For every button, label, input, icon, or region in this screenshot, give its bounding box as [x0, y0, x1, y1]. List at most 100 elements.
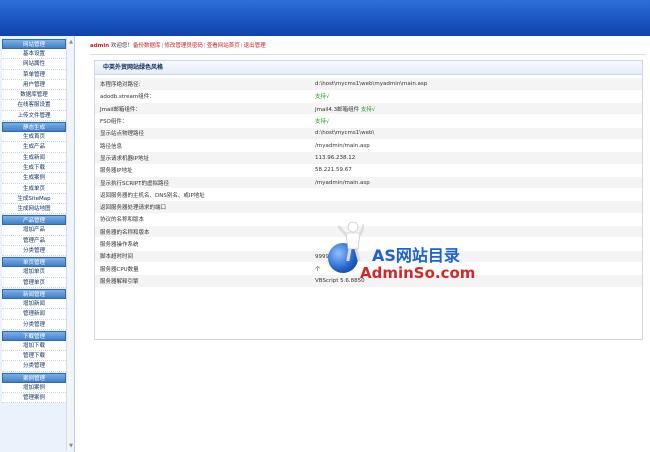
sidebar-group-header[interactable]: 新闻管理 [2, 288, 66, 299]
row-label: 服务器的名称和版本 [95, 225, 311, 239]
watermark-logo: AS网站目录 AdminSo.com [324, 221, 484, 283]
table-row: 显示请求机器IP地址 113.96.238.12 [95, 151, 642, 165]
table-row: 返回服务器的主机名、DNS别名、或IP地址 [95, 188, 642, 202]
row-value-text: 58.221.59.67 [315, 167, 352, 174]
sidebar-group-header[interactable]: 单页管理 [2, 257, 66, 268]
sidebar-group-header[interactable]: 静态生成 [2, 122, 66, 133]
sidebar-menu-item[interactable]: 分类管理 [2, 361, 66, 372]
table-row: FSO组件： 支持√ [95, 114, 642, 128]
row-label: 显示执行SCRIPT的虚拟路径 [95, 176, 311, 190]
main-content: admin 欢迎您！备份数据库|修改管理员密码|查看网站首页|退出管理 中英外贸… [76, 36, 650, 452]
row-label: 协议的名称和版本 [95, 213, 311, 227]
sidebar-menu-item[interactable]: 生成新闻 [2, 152, 66, 163]
table-row: 返回服务器处理请求的端口 [95, 200, 642, 214]
welcome-text: 欢迎您！ [109, 43, 133, 49]
sidebar-menu-item[interactable]: 生成网站地图 [2, 204, 66, 215]
scroll-down-arrow-icon[interactable]: ▼ [67, 442, 74, 450]
row-value-text: 113.96.238.12 [315, 154, 356, 161]
sidebar-menu-item[interactable]: 生成首页 [2, 132, 66, 143]
support-status: 支持√ [359, 106, 376, 113]
sidebar-menu-item[interactable]: 基本设置 [2, 49, 66, 60]
admin-username: admin [90, 43, 110, 49]
scroll-up-arrow-icon[interactable]: ▲ [67, 38, 74, 46]
sidebar-menu: 网站管理 基本设置 网站属性 菜单管理 用户管理 数据库管理 在线客服设置 上传文件管理 静态生… [2, 38, 66, 404]
row-label: 服务器CPU数量 [95, 262, 311, 276]
row-label: 显示请求机器IP地址 [95, 151, 311, 165]
sidebar-menu-item[interactable]: 增加案例 [2, 382, 66, 394]
sidebar-menu-item[interactable]: 增加产品 [2, 225, 66, 236]
sidebar-menu-item[interactable]: 上传文件管理 [2, 110, 66, 122]
row-value: 113.96.238.12 [311, 151, 642, 165]
row-value: 支持√ [311, 90, 642, 104]
row-value-text: d:\host\mycms1\web\ [315, 130, 375, 137]
sidebar-menu-item[interactable]: 管理产品 [2, 235, 66, 247]
sidebar-scrollbar[interactable]: ▲ ▼ [66, 38, 74, 450]
row-value [311, 188, 642, 202]
row-value: 支持√ [311, 114, 642, 128]
table-row: 服务器IP地址 58.221.59.67 [95, 164, 642, 177]
sidebar-menu-item[interactable]: 生成产品 [2, 142, 66, 153]
table-row: 路径信息/myadmin/main.asp [95, 139, 642, 153]
sidebar-menu-item[interactable]: 生成单页 [2, 183, 66, 194]
sidebar-menu-item[interactable]: 增加下载 [2, 340, 66, 352]
row-label: 返回服务器的主机名、DNS别名、或IP地址 [95, 188, 311, 202]
table-row: 显示站点物理路径 d:\host\mycms1\web\ [95, 127, 642, 140]
sidebar-menu-item[interactable]: 在线客服设置 [2, 100, 66, 111]
row-label: 脚本超时时间 [95, 250, 311, 263]
sidebar-menu-item[interactable]: 分类管理 [2, 246, 66, 257]
row-label: 返回服务器处理请求的端口 [95, 200, 311, 214]
nav-separator: | [203, 43, 206, 49]
row-label: 显示站点物理路径 [95, 127, 311, 140]
server-info-panel: 中英外贸网站绿色风格 本程序绝对路径: d:\host\mycms1\web\my… [94, 60, 643, 340]
row-label: Jmail邮箱组件： [95, 102, 311, 116]
divider [90, 54, 646, 55]
row-value: d:\host\mycms1\web\ [311, 127, 642, 140]
sidebar-menu-item[interactable]: 菜单管理 [2, 69, 66, 80]
row-value-text: 支持√ [315, 119, 330, 126]
person-figure-icon [338, 221, 364, 261]
change-password-link[interactable]: 修改管理员密码 [164, 43, 203, 49]
row-label: FSO组件： [95, 114, 311, 128]
backup-database-link[interactable]: 备份数据库 [133, 43, 161, 49]
row-label: 本程序绝对路径: [95, 78, 311, 91]
header-banner [0, 0, 650, 36]
sidebar-menu-item[interactable]: 生成下载 [2, 162, 66, 174]
watermark-title: AS网站目录 [372, 246, 460, 265]
sidebar-menu-item[interactable]: 增加新闻 [2, 298, 66, 310]
table-row: adodb.stream组件： 支持√ [95, 90, 642, 104]
sidebar-group-header[interactable]: 下载管理 [2, 330, 66, 341]
sidebar-menu-item[interactable]: 管理下载 [2, 351, 66, 362]
sidebar-menu-item[interactable]: 管理新闻 [2, 309, 66, 320]
row-value-text: 支持√ [315, 94, 330, 101]
sidebar-menu-item[interactable]: 生成案例 [2, 173, 66, 184]
table-row: Jmail邮箱组件： Jmail4.3邮箱组件 支持√ [95, 102, 642, 116]
sidebar-menu-item[interactable]: 管理单页 [2, 277, 66, 288]
row-label: 服务器操作系统 [95, 237, 311, 251]
table-row: 显示执行SCRIPT的虚拟路径/myadmin/main.asp [95, 176, 642, 190]
logout-link[interactable]: 退出管理 [244, 43, 266, 49]
row-value: d:\host\mycms1\web\myadmin\main.asp [311, 78, 642, 91]
sidebar-menu-item[interactable]: 用户管理 [2, 79, 66, 91]
sidebar-menu-item[interactable]: 网站属性 [2, 59, 66, 70]
sidebar-menu-item[interactable]: 管理案例 [2, 393, 66, 404]
row-value: /myadmin/main.asp [311, 139, 642, 153]
panel-title: 中英外贸网站绿色风格 [95, 61, 642, 75]
sidebar-group-header[interactable]: 案例管理 [2, 372, 66, 383]
sidebar: 网站管理 基本设置 网站属性 菜单管理 用户管理 数据库管理 在线客服设置 上传文件管理 静态生… [0, 36, 75, 452]
sidebar-menu-item[interactable]: 分类管理 [2, 319, 66, 330]
sidebar-group-header[interactable]: 网站管理 [2, 39, 66, 49]
row-value-text: /myadmin/main.asp [315, 142, 370, 149]
sidebar-menu-item[interactable]: 生成SiteMap [2, 193, 66, 205]
row-value-text: Jmail4.3邮箱组件 [315, 106, 360, 113]
view-homepage-link[interactable]: 查看网站首页 [207, 43, 240, 49]
watermark-domain: AdminSo.com [360, 264, 476, 282]
row-value-text: d:\host\mycms1\web\myadmin\main.asp [315, 80, 428, 87]
row-label: adodb.stream组件： [95, 90, 311, 104]
row-label: 服务器IP地址 [95, 164, 311, 177]
sidebar-menu-item[interactable]: 增加单页 [2, 267, 66, 278]
top-navigation: admin 欢迎您！备份数据库|修改管理员密码|查看网站首页|退出管理 [90, 41, 266, 51]
sidebar-menu-item[interactable]: 数据库管理 [2, 90, 66, 101]
sidebar-group-header[interactable]: 产品管理 [2, 215, 66, 226]
row-value [311, 200, 642, 214]
table-row: 本程序绝对路径: d:\host\mycms1\web\myadmin\main.… [95, 78, 642, 91]
